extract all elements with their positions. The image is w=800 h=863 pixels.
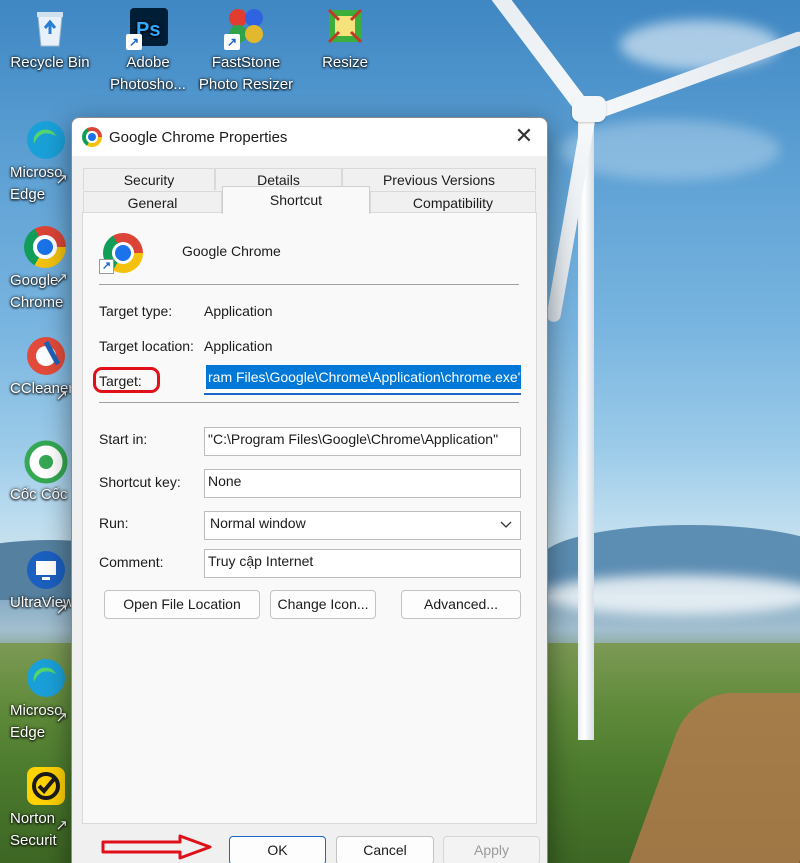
close-button[interactable]: ✕ (509, 122, 539, 152)
target-location-label: Target location: (99, 338, 194, 354)
chrome-icon: ↗ (24, 226, 68, 287)
run-select[interactable]: Normal window (204, 511, 521, 540)
desktop-icon-photoshop[interactable]: Ps ↗ Adobe Photosho... (98, 6, 198, 96)
faststone-icon: ↗ (224, 6, 268, 50)
shortcut-arrow-icon: ↗ (55, 709, 68, 726)
shortcut-arrow-icon: ↗ (55, 270, 68, 287)
cloud (620, 20, 780, 70)
target-location-value: Application (204, 338, 273, 354)
desktop-icon-norton[interactable]: ↗ Norton Securit (0, 764, 70, 852)
run-select-value: Normal window (210, 515, 306, 531)
shortcut-arrow-icon: ↗ (126, 34, 142, 50)
desktop-icon-edge[interactable]: ↗ Microso Edge (0, 118, 70, 206)
shortcut-panel: ↗ Google Chrome Target type: Application… (82, 212, 537, 824)
comment-input[interactable]: Truy cập Internet (204, 549, 521, 578)
target-input[interactable]: ram Files\Google\Chrome\Application\chro… (204, 365, 521, 395)
cancel-button[interactable]: Cancel (336, 836, 434, 863)
separator (99, 284, 519, 285)
change-icon-button[interactable]: Change Icon... (270, 590, 376, 619)
tab-previous-versions[interactable]: Previous Versions (342, 168, 536, 190)
shortcut-arrow-icon: ↗ (55, 601, 68, 618)
start-in-label: Start in: (99, 431, 148, 447)
target-type-value: Application (204, 303, 273, 319)
chevron-down-icon (500, 521, 512, 528)
edge-icon: ↗ (24, 118, 68, 188)
tab-general[interactable]: General (83, 191, 222, 213)
comment-label: Comment: (99, 554, 164, 570)
ccleaner-icon: ↗ (24, 334, 68, 404)
shortcut-key-label: Shortcut key: (99, 474, 181, 490)
separator (99, 402, 519, 403)
desktop-icon-label: Resize (322, 54, 368, 71)
start-in-input[interactable]: "C:\Program Files\Google\Chrome\Applicat… (204, 427, 521, 456)
resize-icon (323, 6, 367, 50)
photoshop-icon: Ps ↗ (126, 6, 170, 50)
desktop-icon-edge-2[interactable]: ↗ Microso Edge (0, 656, 70, 744)
shortcut-arrow-icon: ↗ (55, 817, 68, 834)
turbine-hub (572, 96, 606, 122)
desktop-icon-label: Cốc Cốc (10, 486, 68, 503)
shortcut-arrow-icon: ↗ (99, 259, 114, 274)
tab-security[interactable]: Security (83, 168, 215, 190)
shortcut-arrow-icon: ↗ (55, 387, 68, 404)
ok-button[interactable]: OK (229, 836, 326, 863)
coccoc-icon (24, 440, 68, 484)
norton-icon: ↗ (24, 764, 68, 834)
desktop-icon-recycle-bin[interactable]: Recycle Bin (0, 6, 100, 74)
desktop-icon-label: Adobe Photosho... (110, 54, 186, 93)
desktop-icon-ultraviewer[interactable]: ↗ UltraView (0, 548, 74, 618)
properties-dialog: Google Chrome Properties ✕ Security Deta… (71, 117, 548, 863)
apply-button[interactable]: Apply (443, 836, 540, 863)
desktop-icon-ccleaner[interactable]: ↗ CCleaner (0, 334, 73, 404)
annotation-highlight-box (93, 367, 160, 393)
target-input-value: ram Files\Google\Chrome\Application\chro… (206, 365, 521, 389)
run-label: Run: (99, 515, 129, 531)
advanced-button[interactable]: Advanced... (401, 590, 521, 619)
app-name: Google Chrome (182, 243, 281, 259)
desktop-icon-label: FastStone Photo Resizer (198, 54, 294, 93)
desktop-icon-faststone[interactable]: ↗ FastStone Photo Resizer (196, 6, 296, 96)
tab-shortcut[interactable]: Shortcut (222, 186, 370, 214)
desktop-icon-label: Recycle Bin (10, 54, 90, 71)
annotation-arrow-icon (101, 834, 212, 860)
desktop-icon-resize[interactable]: Resize (295, 6, 395, 74)
ultraviewer-icon: ↗ (24, 548, 68, 618)
chrome-icon (82, 127, 102, 147)
shortcut-key-input[interactable]: None (204, 469, 521, 498)
desktop-icon-coccoc[interactable]: Cốc Cốc (0, 440, 70, 506)
dialog-title: Google Chrome Properties (109, 128, 288, 146)
open-file-location-button[interactable]: Open File Location (104, 590, 260, 619)
title-bar[interactable]: Google Chrome Properties ✕ (72, 118, 547, 156)
target-type-label: Target type: (99, 303, 173, 319)
recycle-bin-icon (28, 6, 72, 50)
tab-compatibility[interactable]: Compatibility (370, 191, 536, 213)
shortcut-arrow-icon: ↗ (55, 171, 68, 188)
shortcut-arrow-icon: ↗ (224, 34, 240, 50)
desktop-icon-chrome[interactable]: ↗ Google Chrome (0, 226, 70, 314)
edge-icon: ↗ (24, 656, 68, 726)
